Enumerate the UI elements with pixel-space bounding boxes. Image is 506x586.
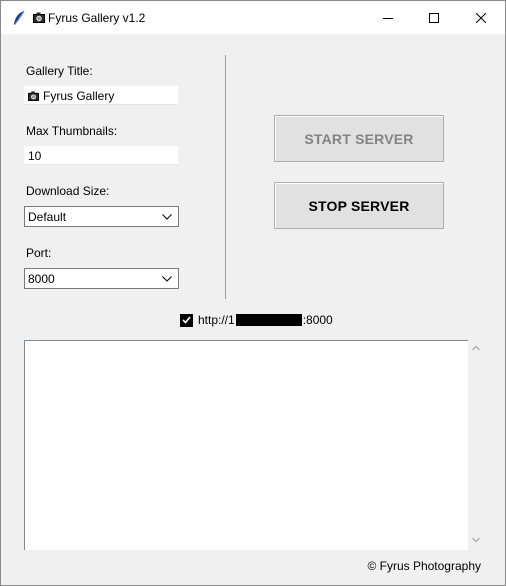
- feather-icon: [14, 10, 25, 25]
- server-url-prefix: http://1: [198, 313, 235, 327]
- start-server-button[interactable]: START SERVER: [274, 115, 444, 162]
- scroll-up-arrow-icon[interactable]: [471, 344, 481, 352]
- download-size-value: Default: [28, 209, 67, 224]
- checkmark-icon: [182, 316, 191, 324]
- close-button[interactable]: [458, 1, 504, 34]
- server-url-suffix: :8000: [302, 313, 333, 327]
- camera-icon: [28, 90, 39, 101]
- minimize-button[interactable]: [365, 1, 411, 34]
- title-bar[interactable]: Fyrus Gallery v1.2: [1, 1, 505, 34]
- client-area: Gallery Title: Fyrus Gallery Max Thumbna…: [1, 34, 505, 585]
- stop-server-button[interactable]: STOP SERVER: [274, 182, 444, 229]
- camera-icon: [33, 12, 45, 23]
- max-thumbnails-label: Max Thumbnails:: [26, 124, 118, 138]
- chevron-down-icon: [162, 213, 172, 220]
- gallery-title-label: Gallery Title:: [26, 64, 93, 78]
- copyright-text: © Fyrus Photography: [367, 559, 481, 573]
- window-title: Fyrus Gallery v1.2: [48, 11, 146, 25]
- minimize-icon: [383, 17, 393, 19]
- log-scrollbar[interactable]: [468, 340, 484, 550]
- close-icon: [476, 12, 486, 23]
- port-label: Port:: [26, 246, 52, 260]
- server-url-row: http://1 :8000: [180, 313, 333, 327]
- port-select[interactable]: 8000: [24, 268, 179, 289]
- maximize-icon: [429, 12, 439, 23]
- scroll-down-arrow-icon[interactable]: [471, 536, 481, 544]
- log-textbox[interactable]: [24, 340, 468, 550]
- download-size-label: Download Size:: [26, 184, 110, 198]
- max-thumbnails-value: 10: [28, 148, 42, 163]
- maximize-button[interactable]: [411, 1, 457, 34]
- gallery-title-value: Fyrus Gallery: [43, 88, 115, 103]
- app-window: Fyrus Gallery v1.2 Gallery Title: Fyrus …: [0, 0, 506, 586]
- gallery-title-input[interactable]: Fyrus Gallery: [24, 86, 178, 105]
- vertical-separator: [225, 55, 226, 299]
- download-size-select[interactable]: Default: [24, 206, 179, 227]
- server-url-checkbox[interactable]: [180, 313, 193, 327]
- port-value: 8000: [28, 271, 55, 286]
- redaction-bar: [235, 314, 302, 326]
- chevron-down-icon: [162, 275, 172, 282]
- max-thumbnails-input[interactable]: 10: [24, 146, 178, 165]
